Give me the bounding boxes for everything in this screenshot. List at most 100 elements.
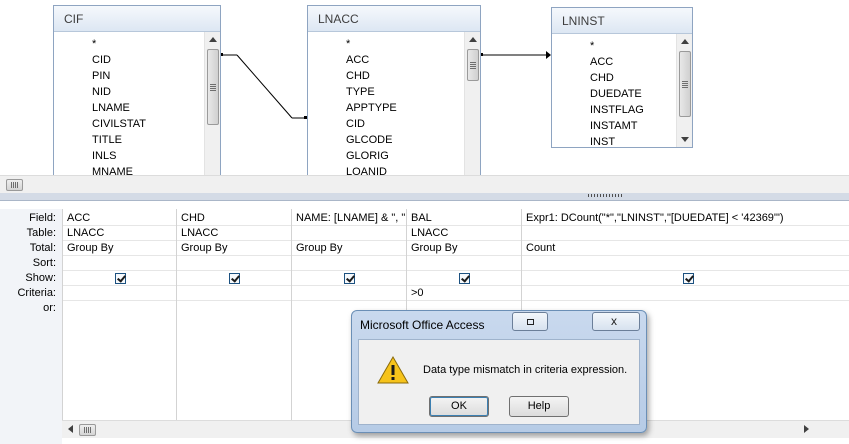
- total-cell[interactable]: Group By: [407, 241, 521, 256]
- table-title[interactable]: CIF: [54, 6, 220, 32]
- criteria-cell[interactable]: [292, 286, 406, 301]
- field-cell[interactable]: NAME: [LNAME] & ", ": [292, 211, 406, 226]
- field-cell[interactable]: CHD: [177, 211, 291, 226]
- field-cell[interactable]: Expr1: DCount("*","LNINST","[DUEDATE] < …: [522, 211, 849, 226]
- show-cell[interactable]: [292, 271, 406, 286]
- sort-cell[interactable]: [407, 256, 521, 271]
- row-label-field: Field:: [29, 212, 56, 224]
- scroll-right-arrow-icon[interactable]: [804, 425, 809, 433]
- scroll-up-arrow-icon[interactable]: [469, 37, 477, 42]
- show-checkbox[interactable]: [459, 273, 470, 284]
- field-item[interactable]: MNAME: [54, 164, 204, 175]
- show-cell[interactable]: [177, 271, 291, 286]
- grid-column[interactable]: ACC LNACC Group By: [62, 209, 177, 426]
- table-cif[interactable]: CIF * CID PIN NID LNAME CIVILSTAT TITLE …: [53, 5, 221, 175]
- scroll-left-arrow-icon[interactable]: [68, 425, 73, 433]
- row-label-or: or:: [43, 302, 56, 314]
- total-cell[interactable]: Group By: [177, 241, 291, 256]
- dialog-body: Data type mismatch in criteria expressio…: [358, 339, 640, 425]
- total-cell[interactable]: Count: [522, 241, 849, 256]
- scroll-thumb[interactable]: [207, 49, 219, 125]
- scroll-up-arrow-icon[interactable]: [209, 37, 217, 42]
- field-item[interactable]: CHD: [552, 70, 676, 86]
- field-list: * ACC CHD TYPE APPTYPE CID GLCODE GLORIG…: [308, 32, 464, 175]
- or-cell[interactable]: [177, 301, 291, 316]
- table-lninst[interactable]: LNINST * ACC CHD DUEDATE INSTFLAG INSTAM…: [551, 7, 693, 148]
- table-title[interactable]: LNACC: [308, 6, 480, 32]
- field-item[interactable]: CHD: [308, 68, 464, 84]
- warning-icon: [377, 356, 409, 384]
- field-item[interactable]: INST: [552, 134, 676, 150]
- grid-column[interactable]: CHD LNACC Group By: [177, 209, 292, 426]
- dialog-message: Data type mismatch in criteria expressio…: [423, 364, 628, 376]
- criteria-cell[interactable]: [522, 286, 849, 301]
- vertical-scrollbar[interactable]: [464, 32, 480, 175]
- minimize-button[interactable]: [512, 312, 548, 331]
- field-item[interactable]: INSTFLAG: [552, 102, 676, 118]
- splitter-grip-icon[interactable]: [588, 194, 622, 197]
- upper-horizontal-scrollbar[interactable]: [0, 175, 849, 193]
- field-item[interactable]: *: [54, 36, 204, 52]
- show-checkbox[interactable]: [683, 273, 694, 284]
- help-button[interactable]: Help: [509, 396, 569, 417]
- table-cell[interactable]: [522, 226, 849, 241]
- field-item[interactable]: ACC: [552, 54, 676, 70]
- sort-cell[interactable]: [177, 256, 291, 271]
- total-cell[interactable]: Group By: [292, 241, 406, 256]
- table-design-pane: CIF * CID PIN NID LNAME CIVILSTAT TITLE …: [0, 0, 849, 175]
- field-item[interactable]: CID: [54, 52, 204, 68]
- field-item[interactable]: PIN: [54, 68, 204, 84]
- or-cell[interactable]: [63, 301, 176, 316]
- sort-cell[interactable]: [522, 256, 849, 271]
- table-cell[interactable]: LNACC: [177, 226, 291, 241]
- field-item[interactable]: DUEDATE: [552, 86, 676, 102]
- scroll-thumb[interactable]: [679, 51, 691, 117]
- scroll-thumb[interactable]: [6, 179, 23, 191]
- vertical-scrollbar[interactable]: [204, 32, 220, 175]
- field-item[interactable]: APPTYPE: [308, 100, 464, 116]
- field-item[interactable]: NID: [54, 84, 204, 100]
- close-button[interactable]: x: [592, 312, 640, 331]
- field-item[interactable]: *: [308, 36, 464, 52]
- table-cell[interactable]: [292, 226, 406, 241]
- table-cell[interactable]: LNACC: [407, 226, 521, 241]
- show-cell[interactable]: [63, 271, 176, 286]
- show-cell[interactable]: [522, 271, 849, 286]
- criteria-cell[interactable]: >0: [407, 286, 521, 301]
- criteria-cell[interactable]: [177, 286, 291, 301]
- sort-cell[interactable]: [63, 256, 176, 271]
- field-item[interactable]: CID: [308, 116, 464, 132]
- field-item[interactable]: LOANID: [308, 164, 464, 175]
- total-cell[interactable]: Group By: [63, 241, 176, 256]
- ok-button[interactable]: OK: [429, 396, 489, 417]
- field-item[interactable]: INLS: [54, 148, 204, 164]
- scroll-thumb[interactable]: [467, 49, 479, 81]
- field-cell[interactable]: BAL: [407, 211, 521, 226]
- scroll-thumb[interactable]: [79, 424, 96, 436]
- field-item[interactable]: ACC: [308, 52, 464, 68]
- show-checkbox[interactable]: [344, 273, 355, 284]
- field-item[interactable]: GLORIG: [308, 148, 464, 164]
- restore-icon: [527, 319, 534, 325]
- error-dialog: Microsoft Office Access x Data type mism…: [351, 310, 647, 433]
- field-item[interactable]: *: [552, 38, 676, 54]
- scroll-down-arrow-icon[interactable]: [681, 137, 689, 142]
- show-checkbox[interactable]: [115, 273, 126, 284]
- field-item[interactable]: CIVILSTAT: [54, 116, 204, 132]
- table-title[interactable]: LNINST: [552, 8, 692, 34]
- field-item[interactable]: GLCODE: [308, 132, 464, 148]
- table-lnacc[interactable]: LNACC * ACC CHD TYPE APPTYPE CID GLCODE …: [307, 5, 481, 175]
- criteria-cell[interactable]: [63, 286, 176, 301]
- show-cell[interactable]: [407, 271, 521, 286]
- show-checkbox[interactable]: [229, 273, 240, 284]
- table-cell[interactable]: LNACC: [63, 226, 176, 241]
- vertical-scrollbar[interactable]: [676, 34, 692, 147]
- pane-splitter[interactable]: [0, 193, 849, 201]
- sort-cell[interactable]: [292, 256, 406, 271]
- field-item[interactable]: TYPE: [308, 84, 464, 100]
- scroll-up-arrow-icon[interactable]: [681, 39, 689, 44]
- field-item[interactable]: LNAME: [54, 100, 204, 116]
- field-item[interactable]: INSTAMT: [552, 118, 676, 134]
- field-item[interactable]: TITLE: [54, 132, 204, 148]
- field-cell[interactable]: ACC: [63, 211, 176, 226]
